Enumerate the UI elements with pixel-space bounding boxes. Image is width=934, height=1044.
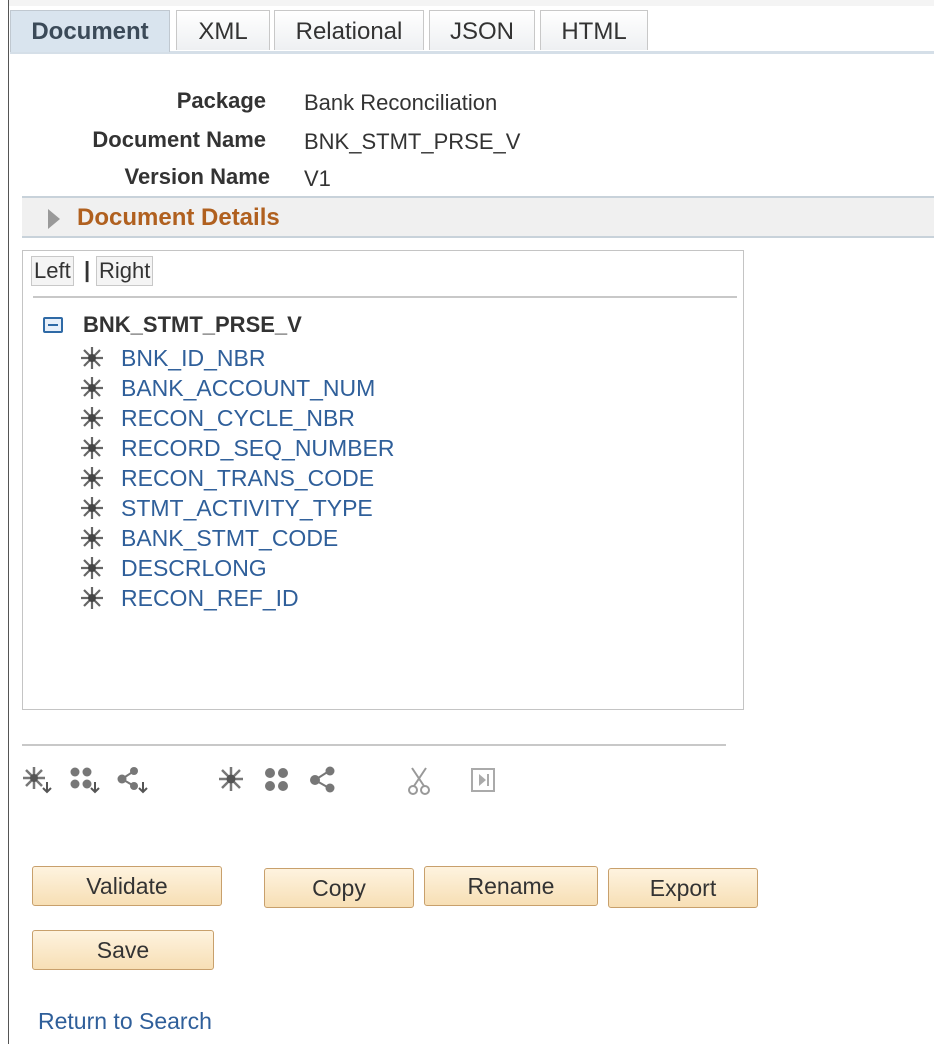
rename-button[interactable]: Rename — [424, 866, 598, 906]
cut-icon[interactable] — [404, 766, 436, 796]
element-node-icon — [81, 437, 103, 459]
page-left-border — [8, 0, 9, 1044]
element-node-icon — [81, 377, 103, 399]
package-value: Bank Reconciliation — [304, 90, 498, 115]
tab-xml[interactable]: XML — [176, 10, 270, 50]
element-node-icon — [81, 587, 103, 609]
validate-button[interactable]: Validate — [32, 866, 222, 906]
package-label: Package — [176, 88, 266, 113]
document-name-label: Document Name — [92, 127, 266, 152]
document-name-value: BNK_STMT_PRSE_V — [304, 129, 521, 154]
collapse-minus-icon[interactable] — [43, 317, 63, 333]
tree-item-label[interactable]: STMT_ACTIVITY_TYPE — [121, 495, 373, 522]
tree-item-label[interactable]: BNK_ID_NBR — [121, 345, 265, 372]
element-node-icon — [81, 527, 103, 549]
tree-item-label[interactable]: RECON_CYCLE_NBR — [121, 405, 355, 432]
toolbar-divider — [22, 744, 726, 746]
save-button[interactable]: Save — [32, 930, 214, 970]
add-sibling-element-icon[interactable] — [216, 766, 248, 796]
tree-item-label[interactable]: BANK_ACCOUNT_NUM — [121, 375, 375, 402]
export-button[interactable]: Export — [608, 868, 758, 908]
copy-button[interactable]: Copy — [264, 868, 414, 908]
tree-item-label[interactable]: RECON_TRANS_CODE — [121, 465, 374, 492]
element-node-icon — [81, 467, 103, 489]
tree-root-label[interactable]: BNK_STMT_PRSE_V — [83, 312, 302, 338]
element-node-icon — [81, 497, 103, 519]
element-node-icon — [81, 557, 103, 579]
version-name-label: Version Name — [124, 164, 270, 189]
tab-document[interactable]: Document — [10, 10, 170, 52]
add-child-collection-icon[interactable] — [68, 766, 100, 796]
right-button[interactable]: Right — [96, 256, 154, 286]
add-child-compound-icon[interactable] — [116, 766, 148, 796]
page-top-strip — [9, 0, 934, 6]
tree-item-label[interactable]: RECON_REF_ID — [121, 585, 299, 612]
left-right-separator: | — [84, 257, 91, 282]
element-node-icon — [81, 347, 103, 369]
add-sibling-compound-icon[interactable] — [308, 766, 340, 796]
tab-html[interactable]: HTML — [540, 10, 648, 50]
tree-item-label[interactable]: BANK_STMT_CODE — [121, 525, 338, 552]
element-node-icon — [81, 407, 103, 429]
document-details-header[interactable]: Document Details — [22, 196, 934, 238]
add-sibling-collection-icon[interactable] — [262, 766, 294, 796]
document-tree-panel: Left | Right BNK_STMT_PRSE_V BNK_ID_NBR B… — [22, 250, 744, 710]
document-details-title[interactable]: Document Details — [77, 204, 280, 232]
add-child-element-icon[interactable] — [22, 766, 54, 796]
tree-item-label[interactable]: RECORD_SEQ_NUMBER — [121, 435, 395, 462]
tab-relational[interactable]: Relational — [274, 10, 424, 50]
tab-json[interactable]: JSON — [429, 10, 535, 50]
expand-triangle-icon[interactable] — [48, 209, 60, 229]
version-name-value: V1 — [304, 166, 331, 191]
panel-divider — [33, 296, 737, 298]
tab-bar: Document XML Relational JSON HTML — [10, 10, 934, 52]
left-button[interactable]: Left — [31, 256, 74, 286]
return-to-search-link[interactable]: Return to Search — [38, 1008, 212, 1035]
tree-item-label[interactable]: DESCRLONG — [121, 555, 267, 582]
paste-icon[interactable] — [468, 766, 500, 796]
